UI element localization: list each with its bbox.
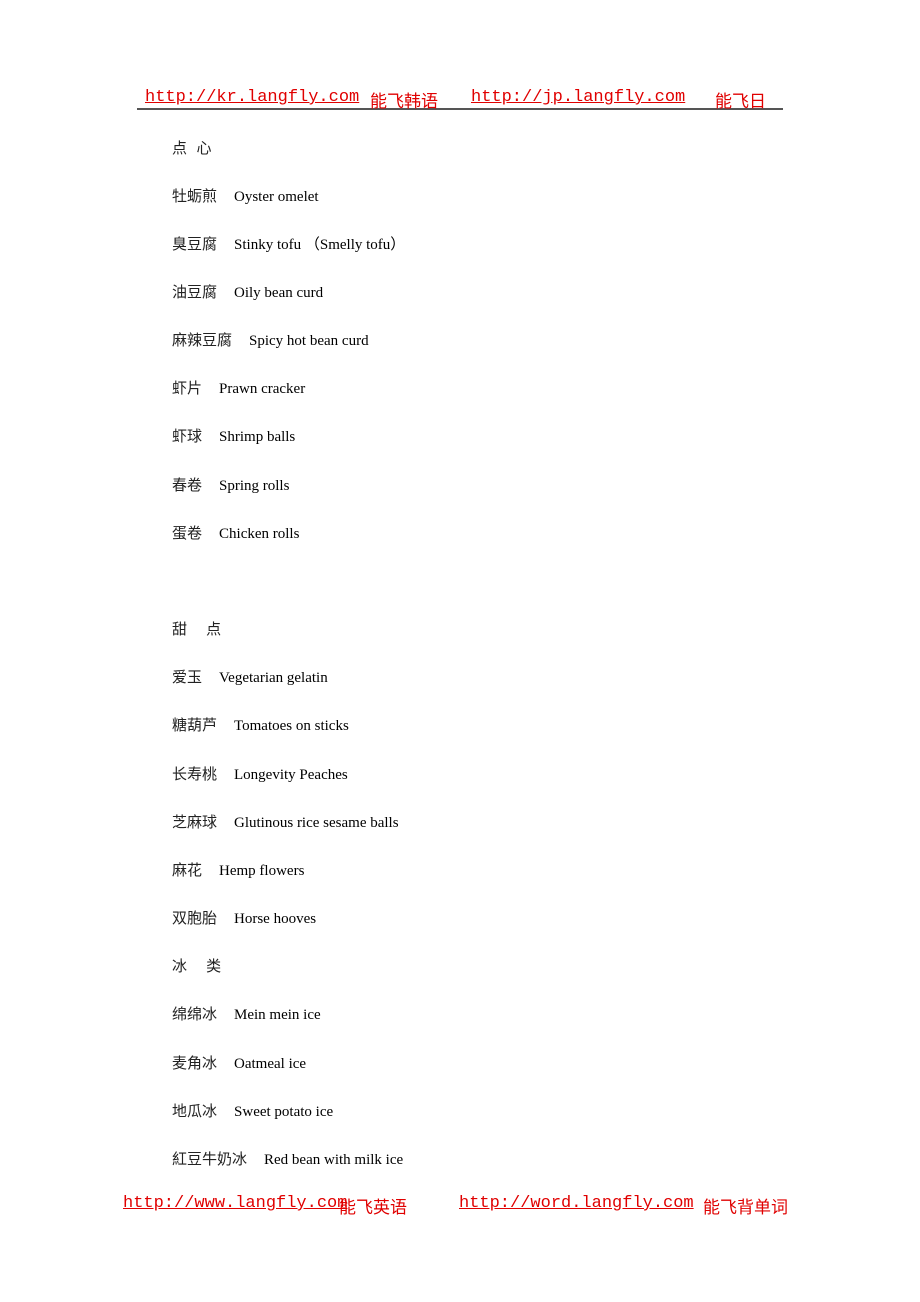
item-chinese-name: 爱玉 — [172, 668, 203, 686]
item-chinese-name: 牡蛎煎 — [172, 187, 218, 205]
item-english-name: Chicken rolls — [219, 526, 300, 542]
item-chinese-name: 春卷 — [172, 476, 203, 494]
footer-text-vocab: 能飞背单词 — [703, 1198, 788, 1218]
item-chinese-name: 地瓜冰 — [172, 1102, 218, 1120]
section-title: 点 心 — [172, 139, 212, 157]
list-item: 长寿桃 Longevity Peaches — [172, 765, 348, 784]
list-item: 蛋卷 Chicken rolls — [172, 524, 299, 543]
item-english-name: Hemp flowers — [219, 863, 305, 879]
list-item: 绵绵冰 Mein mein ice — [172, 1005, 321, 1024]
header-text-japanese: 能飞日 — [715, 92, 766, 112]
list-item: 臭豆腐 Stinky tofu （Smelly tofu） — [172, 235, 405, 254]
item-english-name: Oyster omelet — [234, 189, 319, 205]
header-link-jp[interactable]: http://jp.langfly.com — [471, 88, 685, 107]
list-item: 紅豆牛奶冰 Red bean with milk ice — [172, 1150, 403, 1169]
page-header: http://kr.langfly.com 能飞韩语 http://jp.lan… — [137, 86, 783, 112]
item-chinese-name: 绵绵冰 — [172, 1005, 218, 1023]
item-english-name: Vegetarian gelatin — [219, 670, 328, 686]
item-chinese-name: 虾球 — [172, 427, 203, 445]
footer-text-english: 能飞英语 — [339, 1198, 407, 1218]
item-english-name: Glutinous rice sesame balls — [234, 815, 399, 831]
list-item: 麻花 Hemp flowers — [172, 861, 304, 880]
section-title: 甜 点 — [172, 620, 222, 638]
list-item: 爱玉 Vegetarian gelatin — [172, 668, 328, 687]
item-english-name: Stinky tofu （Smelly tofu） — [234, 237, 406, 253]
footer-link-word[interactable]: http://word.langfly.com — [459, 1194, 694, 1213]
item-chinese-name: 麻辣豆腐 — [172, 331, 233, 349]
header-link-kr[interactable]: http://kr.langfly.com — [145, 88, 359, 107]
item-english-name: Horse hooves — [234, 911, 317, 927]
item-chinese-name: 蛋卷 — [172, 524, 203, 542]
list-item: 虾球 Shrimp balls — [172, 427, 295, 446]
item-english-name: Mein mein ice — [234, 1007, 321, 1023]
list-item: 虾片 Prawn cracker — [172, 379, 305, 398]
section-title: 冰 类 — [172, 957, 222, 975]
list-item: 地瓜冰 Sweet potato ice — [172, 1102, 333, 1121]
item-english-name: Spring rolls — [219, 478, 290, 494]
item-chinese-name: 臭豆腐 — [172, 235, 218, 253]
item-english-name: Spicy hot bean curd — [249, 333, 369, 349]
item-chinese-name: 双胞胎 — [172, 909, 218, 927]
list-item: 芝麻球 Glutinous rice sesame balls — [172, 813, 399, 832]
item-english-name: Sweet potato ice — [234, 1104, 334, 1120]
item-english-name: Oatmeal ice — [234, 1056, 307, 1072]
list-item: 麻辣豆腐 Spicy hot bean curd — [172, 331, 369, 350]
item-english-name: Shrimp balls — [219, 429, 296, 445]
list-item: 油豆腐 Oily bean curd — [172, 283, 323, 302]
header-text-korean: 能飞韩语 — [370, 92, 438, 112]
list-item: 春卷 Spring rolls — [172, 476, 289, 495]
list-item: 牡蛎煎 Oyster omelet — [172, 187, 319, 206]
list-item: 糖葫芦 Tomatoes on sticks — [172, 716, 349, 735]
item-english-name: Prawn cracker — [219, 381, 306, 397]
item-english-name: Longevity Peaches — [234, 767, 348, 783]
item-chinese-name: 长寿桃 — [172, 765, 218, 783]
item-english-name: Tomatoes on sticks — [234, 718, 349, 734]
item-chinese-name: 虾片 — [172, 379, 203, 397]
footer-link-www[interactable]: http://www.langfly.com — [123, 1194, 347, 1213]
item-chinese-name: 糖葫芦 — [172, 716, 218, 734]
item-chinese-name: 麻花 — [172, 861, 203, 879]
item-chinese-name: 麦角冰 — [172, 1054, 218, 1072]
item-english-name: Red bean with milk ice — [264, 1152, 404, 1168]
item-chinese-name: 紅豆牛奶冰 — [172, 1150, 248, 1168]
item-chinese-name: 油豆腐 — [172, 283, 218, 301]
list-item: 双胞胎 Horse hooves — [172, 909, 316, 928]
list-item: 麦角冰 Oatmeal ice — [172, 1054, 306, 1073]
item-english-name: Oily bean curd — [234, 285, 324, 301]
item-chinese-name: 芝麻球 — [172, 813, 218, 831]
